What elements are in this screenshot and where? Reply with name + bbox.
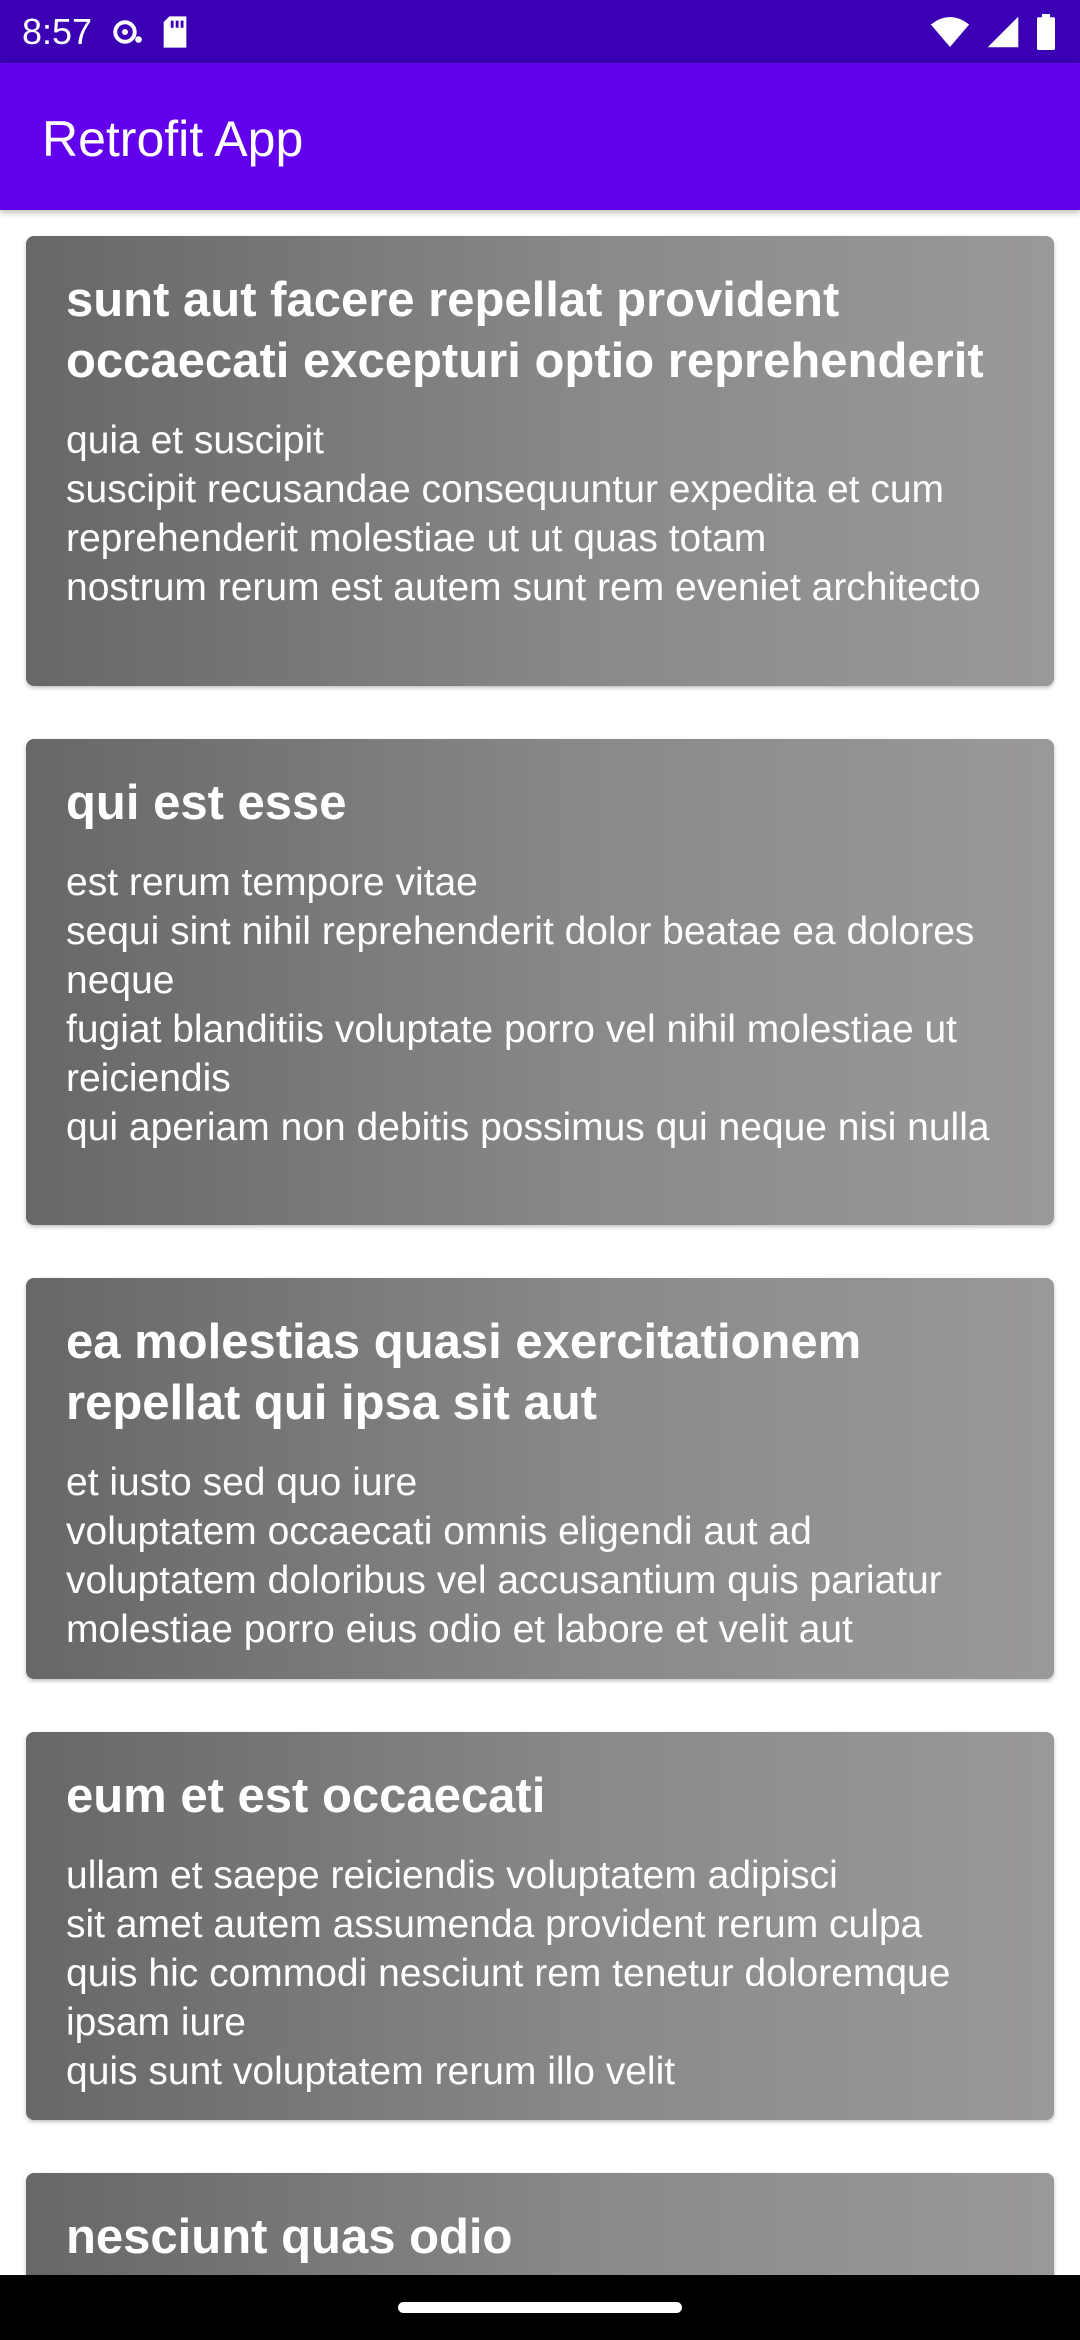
post-card[interactable]: nesciunt quas odio — [26, 2173, 1054, 2275]
status-time: 8:57 — [22, 11, 93, 52]
status-right-icons — [930, 14, 1056, 50]
post-title: eum et est occaecati — [66, 1769, 546, 1823]
navigation-bar — [0, 2275, 1080, 2340]
battery-icon — [1036, 14, 1056, 50]
app-bar: Retrofit App — [0, 63, 1080, 210]
post-card[interactable]: qui est esse est rerum tempore vitae seq… — [26, 739, 1054, 1225]
post-body: quia et suscipit suscipit recusandae con… — [66, 419, 981, 609]
post-list[interactable]: sunt aut facere repellat provident occae… — [0, 212, 1080, 2275]
post-title: nesciunt quas odio — [66, 2210, 513, 2264]
sync-icon — [110, 14, 146, 50]
post-title: sunt aut facere repellat provident occae… — [66, 273, 984, 388]
post-title: ea molestias quasi exercitationem repell… — [66, 1315, 862, 1430]
signal-icon — [986, 15, 1020, 49]
post-card[interactable]: sunt aut facere repellat provident occae… — [26, 236, 1054, 686]
post-body: est rerum tempore vitae sequi sint nihil… — [66, 861, 990, 1149]
status-left-icons — [110, 14, 190, 50]
app-title: Retrofit App — [42, 111, 304, 167]
post-card[interactable]: ea molestias quasi exercitationem repell… — [26, 1278, 1054, 1679]
sd-card-icon — [160, 15, 190, 49]
post-body: ullam et saepe reiciendis voluptatem adi… — [66, 1854, 951, 2093]
post-card[interactable]: eum et est occaecati ullam et saepe reic… — [26, 1732, 1054, 2120]
post-title: qui est esse — [66, 776, 347, 830]
status-bar: 8:57 — [0, 0, 1080, 63]
home-handle[interactable] — [398, 2302, 682, 2313]
post-body: et iusto sed quo iure voluptatem occaeca… — [66, 1461, 942, 1651]
wifi-icon — [930, 15, 970, 49]
